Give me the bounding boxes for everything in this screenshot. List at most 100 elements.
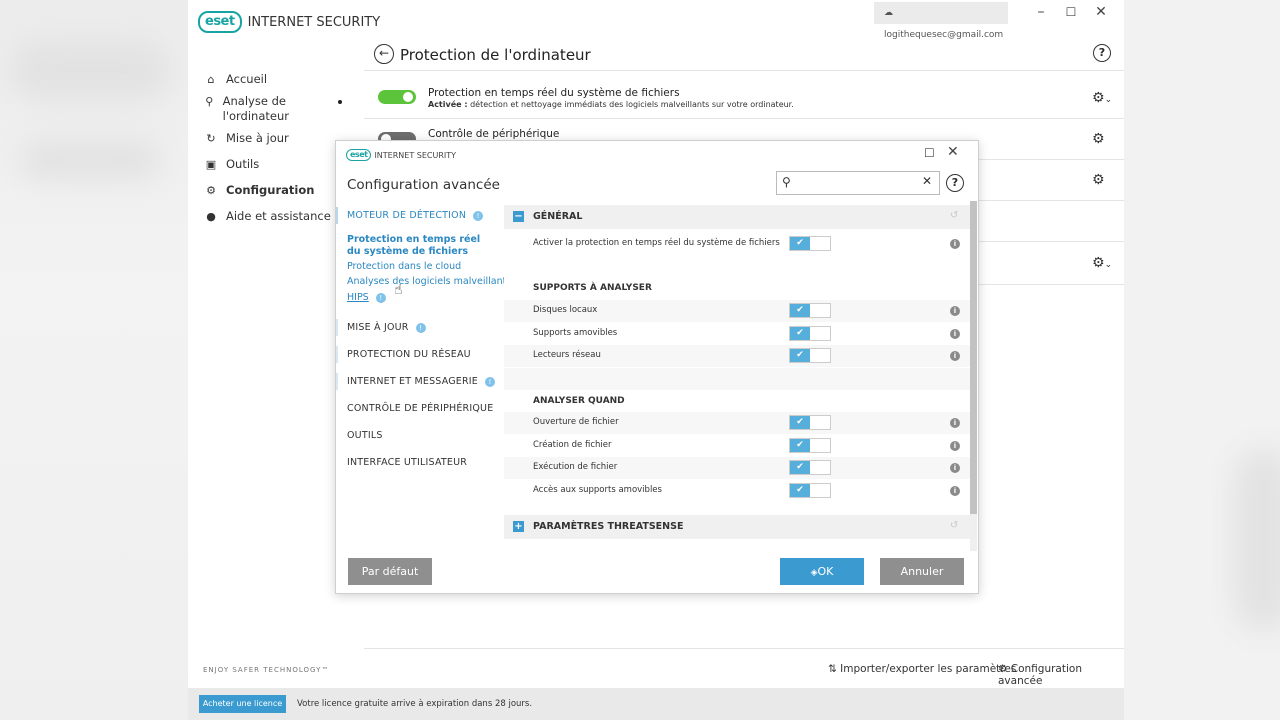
- collapse-icon[interactable]: −: [513, 211, 524, 222]
- category-tools[interactable]: OUTILS: [347, 430, 383, 441]
- sidebar-item-home[interactable]: ⌂ Accueil: [204, 72, 268, 87]
- search-input[interactable]: [799, 174, 921, 192]
- category-user-interface[interactable]: INTERFACE UTILISATEUR: [347, 457, 467, 468]
- row-settings-gear-icon[interactable]: ⚙: [1092, 172, 1105, 188]
- info-icon[interactable]: i: [950, 463, 960, 473]
- cancel-button[interactable]: Annuler: [880, 558, 964, 585]
- category-update[interactable]: MISE À JOUR !: [336, 319, 426, 336]
- buy-license-button[interactable]: Acheter une licence: [199, 695, 286, 713]
- advanced-setup-dialog: eset INTERNET SECURITY ☐ ✕ Configuration…: [335, 140, 979, 594]
- help-icon[interactable]: ?: [1093, 44, 1111, 62]
- clear-search-icon[interactable]: ✕: [922, 174, 932, 188]
- gear-icon: ⚙: [998, 663, 1008, 675]
- subitem-malware-scans[interactable]: Analyses des logiciels malveillants: [347, 276, 511, 287]
- subitem-hips[interactable]: HIPS !: [347, 292, 386, 303]
- chevron-down-icon: ⌄: [1104, 260, 1113, 270]
- row-settings-gear-icon[interactable]: ⚙⌄: [1092, 90, 1112, 106]
- search-box[interactable]: ⚲ ✕: [776, 171, 940, 195]
- section-media-title: SUPPORTS À ANALYSER: [533, 283, 652, 293]
- ok-button[interactable]: ◈OK: [780, 558, 864, 585]
- dialog-maximize-button[interactable]: ☐: [924, 146, 935, 160]
- sidebar-item-configuration[interactable]: ⚙ Configuration: [204, 183, 314, 198]
- account-email: logithequesec@gmail.com: [884, 30, 1004, 40]
- sidebar-item-help[interactable]: ● Aide et assistance: [204, 209, 331, 224]
- option-row: Création de fichier ✔ i: [504, 435, 970, 457]
- help-icon[interactable]: ?: [946, 174, 964, 192]
- settings-panel: − GÉNÉRAL ↺ Activer la protection en tem…: [504, 201, 970, 551]
- divider: [364, 70, 1124, 71]
- info-badge-icon: !: [485, 376, 496, 387]
- gear-icon: ⚙: [206, 184, 216, 197]
- import-export-link[interactable]: ⇅ Importer/exporter les paramètres: [828, 663, 1016, 675]
- maximize-button[interactable]: ☐: [1061, 5, 1081, 19]
- category-device-control[interactable]: CONTRÔLE DE PÉRIPHÉRIQUE: [347, 403, 493, 414]
- sidebar-item-update[interactable]: ↻ Mise à jour: [204, 131, 288, 146]
- info-icon[interactable]: i: [950, 239, 960, 249]
- page-title: Protection de l'ordinateur: [400, 46, 591, 64]
- check-icon: ✔: [790, 327, 810, 340]
- subitem-cloud-protection[interactable]: Protection dans le cloud: [347, 261, 461, 272]
- refresh-icon: ↻: [206, 132, 216, 145]
- subitem-realtime-protection[interactable]: Protection en temps réel du système de f…: [347, 234, 487, 258]
- tagline: ENJOY SAFER TECHNOLOGY™: [203, 666, 330, 674]
- chevron-down-icon: ⌄: [1104, 95, 1113, 105]
- dialog-close-button[interactable]: ✕: [947, 144, 959, 160]
- option-row: Supports amovibles ✔ i: [504, 323, 970, 345]
- option-row: Accès aux supports amovibles ✔ i: [504, 480, 970, 502]
- back-arrow-icon[interactable]: ←: [374, 44, 394, 64]
- minimize-button[interactable]: –: [1031, 4, 1051, 20]
- check-icon: ✔: [790, 439, 810, 452]
- info-icon[interactable]: i: [950, 306, 960, 316]
- account-indicator[interactable]: ☁ logithequesec@gmail.com: [874, 2, 1008, 40]
- enable-realtime-checkbox[interactable]: ✔: [789, 236, 831, 251]
- removable-media-checkbox[interactable]: ✔: [789, 326, 831, 341]
- check-icon: ✔: [790, 416, 810, 429]
- file-execution-checkbox[interactable]: ✔: [789, 460, 831, 475]
- import-export-icon: ⇅: [828, 663, 837, 675]
- sidebar-item-tools[interactable]: ▣ Outils: [204, 157, 259, 172]
- row-settings-gear-icon[interactable]: ⚙⌄: [1092, 255, 1112, 271]
- revert-icon[interactable]: ↺: [950, 520, 958, 531]
- info-badge-icon: !: [473, 210, 484, 221]
- info-icon[interactable]: i: [950, 329, 960, 339]
- spacer-row: [504, 368, 970, 390]
- section-general-header[interactable]: − GÉNÉRAL ↺: [504, 205, 970, 229]
- scrollbar-thumb[interactable]: [970, 201, 977, 514]
- row-settings-gear-icon[interactable]: ⚙: [1092, 131, 1105, 147]
- category-detection-engine[interactable]: MOTEUR DE DÉTECTION !: [336, 207, 484, 224]
- realtime-protection-toggle[interactable]: [378, 90, 416, 104]
- eset-logo: eset INTERNET SECURITY: [346, 149, 456, 161]
- section-threatsense-header[interactable]: + PARAMÈTRES THREATSENSE ↺: [504, 515, 970, 539]
- default-button[interactable]: Par défaut: [348, 558, 432, 585]
- info-icon[interactable]: i: [950, 441, 960, 451]
- realtime-protection-title: Protection en temps réel du système de f…: [428, 87, 680, 99]
- briefcase-icon: ▣: [205, 158, 217, 171]
- file-open-checkbox[interactable]: ✔: [789, 415, 831, 430]
- info-badge-icon: !: [415, 322, 426, 333]
- category-internet-email[interactable]: INTERNET ET MESSAGERIE !: [336, 373, 496, 390]
- file-creation-checkbox[interactable]: ✔: [789, 438, 831, 453]
- info-icon[interactable]: i: [950, 418, 960, 428]
- sidebar-item-scan[interactable]: ⚲ Analyse de l'ordinateur: [204, 94, 324, 124]
- search-icon: ⚲: [782, 175, 791, 189]
- expand-icon[interactable]: +: [513, 521, 524, 532]
- option-row: Disques locaux ✔ i: [504, 300, 970, 322]
- info-badge-icon: !: [375, 292, 386, 303]
- close-button[interactable]: ✕: [1091, 4, 1111, 20]
- info-icon[interactable]: i: [950, 351, 960, 361]
- license-message: Votre licence gratuite arrive à expirati…: [297, 699, 533, 709]
- dialog-title: Configuration avancée: [347, 177, 500, 193]
- category-network-protection[interactable]: PROTECTION DU RÉSEAU: [336, 346, 471, 363]
- check-icon: ✔: [790, 304, 810, 317]
- revert-icon[interactable]: ↺: [950, 210, 958, 221]
- removable-access-checkbox[interactable]: ✔: [789, 483, 831, 498]
- shield-icon: ◈: [810, 568, 818, 578]
- advanced-setup-link[interactable]: ⚙ Configuration avancée: [998, 663, 1124, 687]
- info-icon[interactable]: i: [950, 486, 960, 496]
- background-blur-left: [0, 0, 188, 720]
- background-blur-right: [1124, 0, 1280, 720]
- network-drives-checkbox[interactable]: ✔: [789, 348, 831, 363]
- local-drives-checkbox[interactable]: ✔: [789, 303, 831, 318]
- search-icon: ⚲: [205, 95, 214, 108]
- realtime-protection-status: Activée : détection et nettoyage immédia…: [428, 100, 794, 109]
